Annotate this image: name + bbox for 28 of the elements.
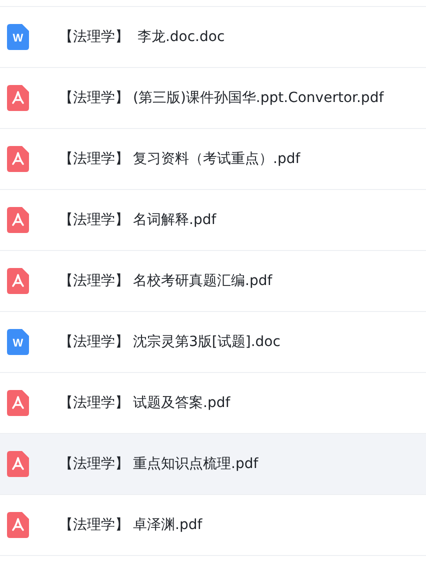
file-name: 重点知识点梳理.pdf (133, 454, 258, 474)
file-tag: 【法理学】 (59, 210, 129, 230)
file-name: 名词解释.pdf (133, 210, 216, 230)
pdf-icon (7, 268, 29, 294)
file-tag: 【法理学】 (59, 148, 129, 170)
file-name: 复习资料（考试重点）.pdf (133, 150, 300, 168)
file-name: 沈宗灵第3版[试题].doc (133, 332, 280, 352)
pdf-icon (7, 146, 29, 172)
document-icon: W (7, 329, 29, 355)
pdf-icon (7, 512, 29, 538)
pdf-icon (7, 85, 29, 111)
file-name: 名校考研真题汇编.pdf (133, 272, 272, 290)
file-name: 试题及答案.pdf (133, 394, 230, 412)
file-tag: 【法理学】 (59, 332, 129, 352)
file-name: (第三版)课件孙国华.ppt.Convertor.pdf (133, 88, 384, 108)
file-row[interactable]: 【法理学】 重点知识点梳理.pdf (0, 434, 426, 495)
file-tag: 【法理学】 (59, 454, 129, 474)
file-tag: 【法理学】 (59, 514, 129, 536)
file-name: 卓泽渊.pdf (133, 516, 202, 534)
document-icon: W (7, 24, 29, 50)
file-tag: 【法理学】 (59, 392, 129, 414)
file-name: 李龙.doc.doc (136, 28, 225, 46)
pdf-icon (7, 207, 29, 233)
file-tag: 【法理学】 (59, 88, 129, 108)
pdf-icon (7, 451, 29, 477)
pdf-icon (7, 390, 29, 416)
file-tag: 【法理学】 (59, 270, 129, 292)
file-tag: 【法理学】 (59, 26, 129, 48)
